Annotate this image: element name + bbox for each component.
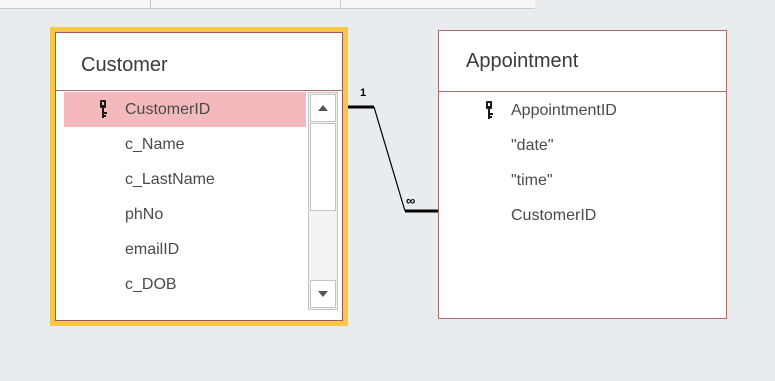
key-icon — [486, 101, 493, 119]
appointment-table-title[interactable]: Appointment — [466, 50, 578, 73]
field-c-name[interactable]: c_Name — [64, 127, 306, 162]
field-label: "date" — [511, 137, 554, 154]
field-emailid[interactable]: emailID — [64, 232, 306, 267]
field-time[interactable]: "time" — [439, 163, 726, 198]
field-label: CustomerID — [511, 207, 597, 224]
field-appointment-customer-id[interactable]: CustomerID — [439, 198, 726, 233]
one-side-label: 1 — [360, 87, 367, 99]
title-divider — [439, 91, 726, 92]
field-label: c_Name — [125, 136, 185, 153]
field-label: phNo — [125, 206, 164, 223]
many-side-label: ∞ — [406, 193, 416, 208]
customer-table[interactable]: Customer CustomerID c_Name c_LastName ph… — [50, 27, 348, 326]
customer-field-list: CustomerID c_Name c_LastName phNo emailI… — [64, 92, 306, 302]
customer-table-title[interactable]: Customer — [81, 54, 168, 77]
tab-divider — [340, 0, 341, 8]
scroll-down-button[interactable] — [310, 280, 336, 308]
field-date[interactable]: "date" — [439, 128, 726, 163]
field-phno[interactable]: phNo — [64, 197, 306, 232]
tab-divider — [150, 0, 151, 8]
field-label: emailID — [125, 241, 180, 258]
customer-table-frame: Customer CustomerID c_Name c_LastName ph… — [55, 32, 343, 321]
top-tab-strip — [0, 0, 535, 9]
field-c-lastname[interactable]: c_LastName — [64, 162, 306, 197]
field-label: CustomerID — [125, 101, 211, 118]
triangle-down-icon — [318, 291, 328, 297]
scrollbar-thumb[interactable] — [310, 123, 336, 211]
field-label: AppointmentID — [511, 102, 617, 119]
field-appointment-id[interactable]: AppointmentID — [439, 93, 726, 128]
field-c-dob[interactable]: c_DOB — [64, 267, 306, 302]
appointment-field-list: AppointmentID "date" "time" CustomerID — [439, 93, 726, 233]
key-icon — [100, 100, 107, 118]
field-label: "time" — [511, 172, 553, 189]
field-customer-id[interactable]: CustomerID — [64, 92, 306, 127]
field-label: c_DOB — [125, 276, 177, 293]
vertical-scrollbar[interactable] — [308, 92, 338, 310]
triangle-up-icon — [318, 105, 328, 111]
appointment-table[interactable]: Appointment AppointmentID "date" "time" … — [438, 30, 727, 319]
field-label: c_LastName — [125, 171, 215, 188]
title-divider — [56, 90, 342, 91]
scroll-up-button[interactable] — [310, 94, 336, 122]
